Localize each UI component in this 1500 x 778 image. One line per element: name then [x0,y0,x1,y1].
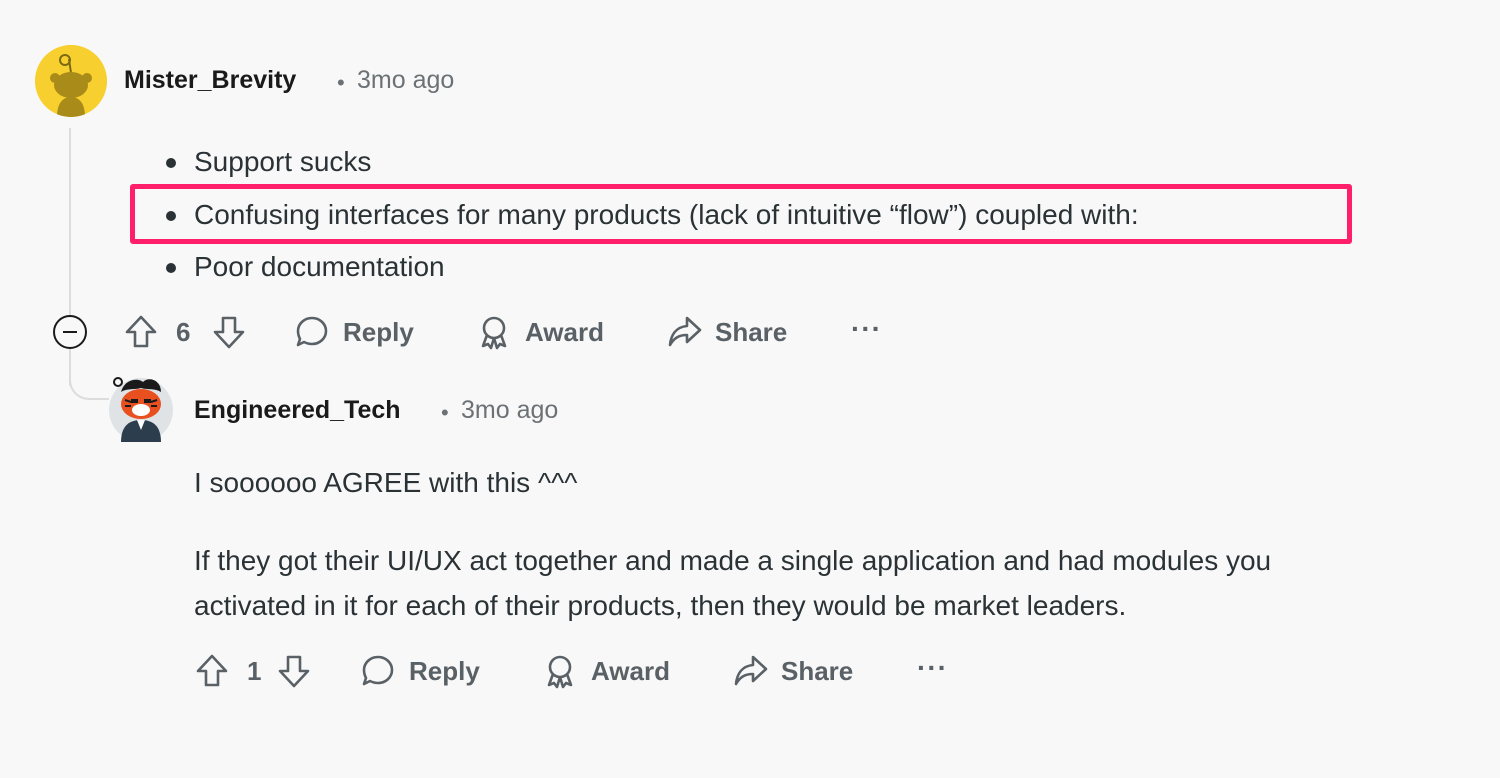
reply-button[interactable]: Reply [294,314,414,350]
share-label: Share [781,655,854,686]
downvote-button[interactable] [276,653,312,689]
collapse-thread-button[interactable] [53,315,87,349]
separator-dot: • [441,400,449,425]
list-item-text: Support sucks [194,146,372,177]
vote-count: 1 [247,656,262,686]
vote-count: 6 [176,317,191,347]
share-icon [734,655,768,686]
upvote-button[interactable] [194,653,230,689]
reply-label: Reply [343,316,414,347]
downvote-button[interactable] [211,314,247,350]
comment-bubble-icon [296,316,328,347]
arrow-down-icon [213,316,245,349]
more-options-button[interactable]: ··· [917,652,948,684]
arrow-down-icon [278,655,310,688]
award-icon [481,316,507,350]
share-label: Share [715,316,788,347]
list-item-text: Poor documentation [194,251,445,282]
upvote-button[interactable] [123,314,159,350]
reply-button[interactable]: Reply [360,653,480,689]
comment-paragraph: activated in it for each of their produc… [194,590,1127,621]
reply-label: Reply [409,655,480,686]
thread-connector [69,366,109,400]
share-button[interactable]: Share [667,314,787,350]
username[interactable]: Engineered_Tech [194,396,401,425]
list-item: Poor documentation [162,245,1139,298]
share-button[interactable]: Share [733,653,853,689]
separator-dot: • [337,70,345,95]
share-icon [668,316,702,347]
comment-paragraph: I soooooo AGREE with this ^^^ [194,467,578,498]
award-button[interactable]: Award [542,653,670,689]
award-label: Award [525,316,604,347]
avatar[interactable] [109,372,173,442]
avatar[interactable] [35,45,107,117]
award-icon [547,655,573,689]
comment-bubble-icon [362,655,394,686]
award-button[interactable]: Award [476,314,604,350]
comment-paragraph: If they got their UI/UX act together and… [194,545,1272,576]
award-label: Award [591,655,670,686]
more-options-button[interactable]: ··· [851,313,882,345]
username[interactable]: Mister_Brevity [124,66,296,95]
arrow-up-icon [196,654,228,687]
bullet-icon [166,263,176,273]
snoo-avatar-icon [35,45,107,117]
snoo-avatar-icon [109,377,173,442]
highlight-annotation [130,184,1352,244]
timestamp[interactable]: 3mo ago [357,66,454,95]
arrow-up-icon [125,315,157,348]
timestamp[interactable]: 3mo ago [461,396,558,425]
bullet-icon [166,158,176,168]
